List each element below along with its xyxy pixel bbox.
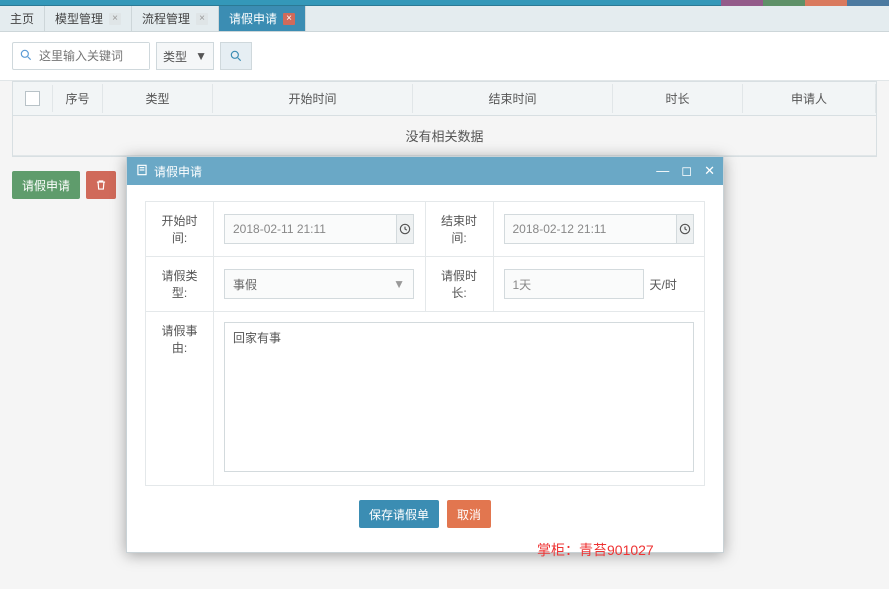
tab-model[interactable]: 模型管理 × bbox=[45, 6, 132, 31]
chevron-down-icon: ▼ bbox=[195, 49, 207, 63]
leave-modal: 请假申请 — ◻ ✕ 开始时间: 结束时间: bbox=[126, 156, 724, 553]
end-time-input[interactable] bbox=[504, 214, 676, 244]
select-all-checkbox[interactable] bbox=[25, 91, 40, 106]
leave-type-value: 事假 bbox=[233, 276, 257, 293]
modal-title-text: 请假申请 bbox=[154, 163, 202, 180]
duration-unit: 天/时 bbox=[650, 276, 677, 293]
col-dur: 时长 bbox=[613, 84, 743, 113]
col-seq: 序号 bbox=[53, 84, 103, 113]
delete-button[interactable] bbox=[86, 171, 116, 199]
leave-type-select[interactable]: 事假 ▼ bbox=[224, 269, 414, 299]
reason-textarea[interactable] bbox=[224, 322, 694, 472]
tab-process[interactable]: 流程管理 × bbox=[132, 6, 219, 31]
close-icon[interactable]: × bbox=[109, 13, 121, 25]
tab-label: 流程管理 bbox=[142, 10, 190, 27]
clock-icon[interactable] bbox=[676, 214, 694, 244]
chevron-down-icon: ▼ bbox=[393, 277, 405, 291]
start-time-input[interactable] bbox=[224, 214, 396, 244]
apply-leave-button[interactable]: 请假申请 bbox=[12, 171, 80, 199]
clock-icon[interactable] bbox=[396, 214, 414, 244]
tab-home[interactable]: 主页 bbox=[0, 6, 45, 31]
search-button[interactable] bbox=[220, 42, 252, 70]
tab-leave[interactable]: 请假申请 × bbox=[219, 6, 306, 31]
search-icon bbox=[13, 48, 39, 65]
type-select[interactable]: 类型 ▼ bbox=[156, 42, 214, 70]
tab-label: 请假申请 bbox=[229, 10, 277, 27]
label-type: 请假类型: bbox=[146, 257, 214, 312]
search-input-group bbox=[12, 42, 150, 70]
tab-label: 模型管理 bbox=[55, 10, 103, 27]
label-dur: 请假时长: bbox=[425, 257, 493, 312]
watermark: 掌柜：青苔901027 bbox=[537, 540, 654, 560]
save-button[interactable]: 保存请假单 bbox=[359, 500, 439, 528]
no-data-row: 没有相关数据 bbox=[13, 116, 876, 156]
search-input[interactable] bbox=[39, 43, 149, 69]
minimize-icon[interactable]: — bbox=[656, 163, 669, 179]
top-accent-strip bbox=[721, 0, 889, 6]
close-icon[interactable]: × bbox=[196, 13, 208, 25]
data-table: 序号 类型 开始时间 结束时间 时长 申请人 没有相关数据 bbox=[12, 81, 877, 157]
col-end: 结束时间 bbox=[413, 84, 613, 113]
close-icon[interactable]: × bbox=[283, 13, 295, 25]
form-icon bbox=[135, 163, 149, 180]
col-start: 开始时间 bbox=[213, 84, 413, 113]
tab-label: 主页 bbox=[10, 10, 34, 27]
maximize-icon[interactable]: ◻ bbox=[681, 163, 692, 179]
col-applicant: 申请人 bbox=[743, 84, 876, 113]
cancel-button[interactable]: 取消 bbox=[447, 500, 491, 528]
close-icon[interactable]: ✕ bbox=[704, 163, 715, 179]
duration-input[interactable] bbox=[504, 269, 644, 299]
col-type: 类型 bbox=[103, 84, 213, 113]
type-select-label: 类型 bbox=[163, 48, 187, 65]
label-end: 结束时间: bbox=[425, 202, 493, 257]
label-start: 开始时间: bbox=[146, 202, 214, 257]
tab-bar: 主页 模型管理 × 流程管理 × 请假申请 × bbox=[0, 6, 889, 32]
trash-icon bbox=[94, 178, 108, 192]
label-reason: 请假事由: bbox=[146, 312, 214, 486]
